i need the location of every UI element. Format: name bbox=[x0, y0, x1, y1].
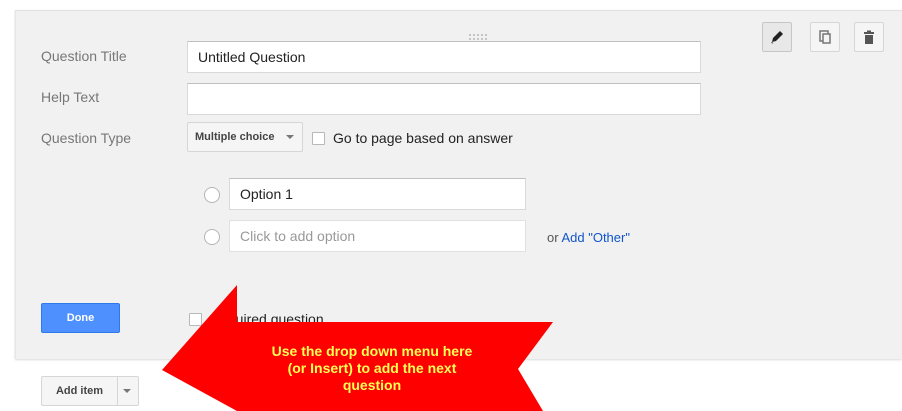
annotation-line: question bbox=[342, 377, 402, 393]
annotation-line: Use the drop down menu here bbox=[271, 343, 473, 359]
annotation-line: (or Insert) to add the next bbox=[287, 360, 457, 376]
annotation-text: Use the drop down menu here (or Insert) … bbox=[222, 343, 522, 394]
